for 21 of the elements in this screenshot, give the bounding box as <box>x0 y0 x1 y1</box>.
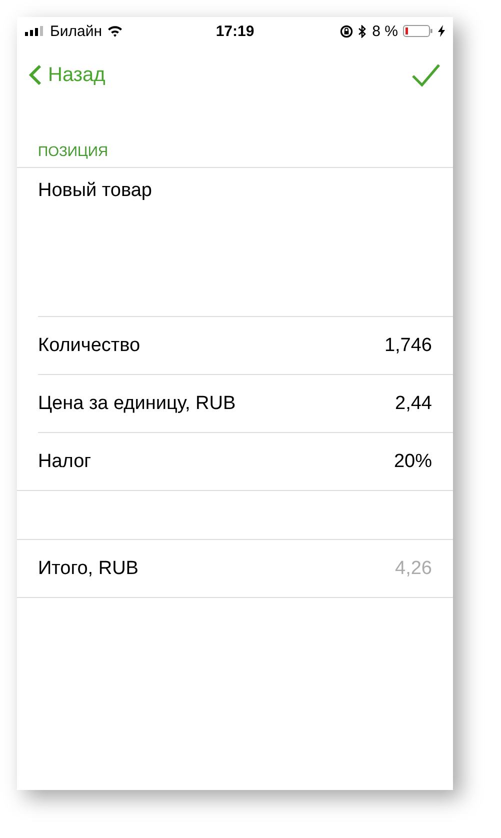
total-label: Итого, RUB <box>38 558 138 580</box>
carrier-name: Билайн <box>50 22 102 40</box>
bluetooth-icon <box>358 24 368 38</box>
rotation-lock-icon <box>340 24 354 38</box>
battery-icon <box>403 25 433 37</box>
wifi-icon <box>106 25 123 37</box>
row-label: Цена за единицу, RUB <box>38 392 236 414</box>
row-value[interactable]: 2,44 <box>395 392 432 414</box>
charging-icon <box>438 25 445 37</box>
checkmark-icon <box>411 63 441 87</box>
done-button[interactable] <box>411 63 441 87</box>
clock-time: 17:19 <box>216 22 254 40</box>
total-value: 4,26 <box>395 558 432 580</box>
row-value[interactable]: 1,746 <box>384 334 432 356</box>
signal-icon <box>25 26 45 36</box>
row-label: Налог <box>38 450 92 472</box>
chevron-left-icon <box>29 64 42 86</box>
row-label: Количество <box>38 334 140 356</box>
battery-percent: 8 % <box>372 22 398 40</box>
name-field[interactable]: Новый товар <box>38 168 453 316</box>
row-value[interactable]: 20% <box>394 450 432 472</box>
